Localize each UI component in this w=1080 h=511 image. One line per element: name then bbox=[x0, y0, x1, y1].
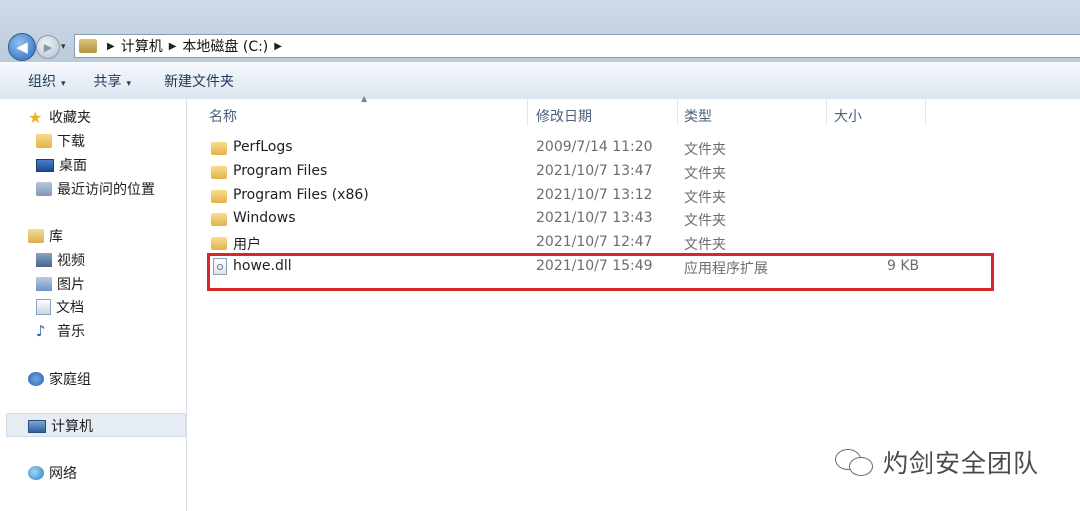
desktop-icon bbox=[36, 158, 54, 172]
sidebar-item-pictures[interactable]: 图片 bbox=[36, 274, 85, 294]
folder-icon bbox=[211, 166, 227, 179]
sidebar-item-label: 网络 bbox=[49, 466, 77, 482]
column-header-name[interactable]: 名称 bbox=[209, 106, 237, 126]
file-row-windows[interactable]: Windows 2021/10/7 13:43 文件夹 bbox=[187, 207, 1080, 231]
pictures-icon bbox=[36, 277, 52, 291]
back-button[interactable]: ◀ bbox=[8, 33, 36, 61]
recent-places-icon bbox=[36, 182, 52, 196]
window-title-bar: ◀ ▶ ▾ ▶ 计算机 ▶ 本地磁盘 (C:) ▶ bbox=[0, 0, 1080, 62]
column-divider[interactable] bbox=[826, 99, 827, 126]
file-type: 文件夹 bbox=[684, 237, 726, 253]
file-modified: 2021/10/7 13:43 bbox=[536, 210, 653, 226]
sidebar-item-desktop[interactable]: 桌面 bbox=[36, 155, 87, 175]
sidebar-item-label: 桌面 bbox=[59, 158, 87, 174]
chevron-down-icon: ▾ bbox=[126, 79, 132, 89]
column-divider[interactable] bbox=[677, 99, 678, 126]
share-label: 共享 bbox=[93, 74, 122, 90]
column-divider[interactable] bbox=[925, 99, 926, 126]
sidebar-item-computer[interactable]: 计算机 bbox=[28, 416, 93, 436]
sidebar-item-recent[interactable]: 最近访问的位置 bbox=[36, 179, 155, 199]
forward-button[interactable]: ▶ bbox=[36, 35, 60, 59]
column-header-size[interactable]: 大小 bbox=[834, 106, 862, 126]
sidebar-item-favorites[interactable]: ★ 收藏夹 bbox=[28, 107, 91, 127]
sidebar-item-label: 最近访问的位置 bbox=[57, 182, 155, 198]
sidebar-item-music[interactable]: ♪ 音乐 bbox=[36, 321, 85, 341]
breadcrumb-local-disk[interactable]: 本地磁盘 (C:) bbox=[182, 36, 268, 56]
breadcrumb-computer[interactable]: 计算机 bbox=[121, 36, 163, 56]
file-row-users[interactable]: 用户 2021/10/7 12:47 文件夹 bbox=[187, 231, 1080, 255]
file-type: 文件夹 bbox=[684, 190, 726, 206]
column-header-type[interactable]: 类型 bbox=[684, 106, 712, 126]
sidebar-item-label: 视频 bbox=[57, 253, 85, 269]
watermark-text: 灼剑安全团队 bbox=[883, 449, 1040, 478]
forward-arrow-icon: ▶ bbox=[43, 40, 53, 54]
sidebar-item-label: 下载 bbox=[57, 134, 85, 150]
sidebar-item-label: 音乐 bbox=[57, 324, 85, 340]
column-divider[interactable] bbox=[527, 99, 528, 126]
annotation-highlight-box bbox=[207, 253, 994, 291]
share-button[interactable]: 共享 ▾ bbox=[94, 71, 132, 91]
file-name: Windows bbox=[233, 210, 296, 226]
folder-icon bbox=[211, 142, 227, 155]
file-type: 文件夹 bbox=[684, 142, 726, 158]
column-header-modified[interactable]: 修改日期 bbox=[536, 106, 592, 126]
file-type: 文件夹 bbox=[684, 213, 726, 229]
chevron-down-icon: ▾ bbox=[61, 79, 66, 89]
homegroup-icon bbox=[28, 372, 44, 386]
sidebar-item-label: 文档 bbox=[56, 300, 84, 316]
sort-ascending-icon: ▲ bbox=[361, 94, 368, 103]
sidebar-item-libraries[interactable]: 库 bbox=[28, 226, 63, 246]
watermark: 灼剑安全团队 bbox=[835, 444, 1039, 480]
computer-icon bbox=[28, 419, 46, 433]
file-modified: 2021/10/7 13:12 bbox=[536, 187, 653, 203]
file-row-perflogs[interactable]: PerfLogs 2009/7/14 11:20 文件夹 bbox=[187, 136, 1080, 160]
sidebar-item-label: 家庭组 bbox=[49, 372, 91, 388]
file-row-program-files-x86[interactable]: Program Files (x86) 2021/10/7 13:12 文件夹 bbox=[187, 184, 1080, 208]
organize-button[interactable]: 组织 ▾ bbox=[28, 71, 66, 91]
sidebar-item-homegroup[interactable]: 家庭组 bbox=[28, 369, 91, 389]
recent-pages-dropdown[interactable]: ▾ bbox=[61, 42, 66, 52]
command-toolbar: 组织 ▾ 共享 ▾ 新建文件夹 bbox=[0, 62, 1080, 100]
file-name: 用户 bbox=[233, 237, 261, 253]
folder-icon bbox=[211, 190, 227, 203]
breadcrumb-separator[interactable]: ▶ bbox=[169, 41, 177, 52]
organize-label: 组织 bbox=[28, 74, 56, 90]
file-name: PerfLogs bbox=[233, 139, 293, 155]
star-icon: ★ bbox=[28, 107, 43, 127]
address-bar[interactable]: ▶ 计算机 ▶ 本地磁盘 (C:) ▶ bbox=[74, 34, 1080, 58]
navigation-pane: ★ 收藏夹 下载 桌面 最近访问的位置 库 视频 图片 文档 ♪ 音乐 家庭组 计算… bbox=[0, 99, 187, 511]
document-icon bbox=[36, 299, 51, 315]
sidebar-item-documents[interactable]: 文档 bbox=[36, 297, 84, 317]
file-modified: 2021/10/7 13:47 bbox=[536, 163, 653, 179]
sidebar-item-network[interactable]: 网络 bbox=[28, 463, 77, 483]
chevron-down-icon: ▾ bbox=[61, 42, 66, 52]
library-icon bbox=[28, 229, 44, 243]
file-name: Program Files bbox=[233, 163, 328, 179]
file-type: 文件夹 bbox=[684, 166, 726, 182]
wechat-logo-icon bbox=[835, 449, 875, 476]
back-arrow-icon: ◀ bbox=[16, 38, 28, 56]
file-row-program-files[interactable]: Program Files 2021/10/7 13:47 文件夹 bbox=[187, 160, 1080, 184]
folder-icon bbox=[211, 213, 227, 226]
sidebar-item-videos[interactable]: 视频 bbox=[36, 250, 85, 270]
breadcrumb-separator[interactable]: ▶ bbox=[107, 41, 115, 52]
folder-icon bbox=[211, 237, 227, 250]
new-folder-button[interactable]: 新建文件夹 bbox=[164, 71, 234, 91]
file-modified: 2009/7/14 11:20 bbox=[536, 139, 653, 155]
file-modified: 2021/10/7 12:47 bbox=[536, 234, 653, 250]
sidebar-item-label: 计算机 bbox=[51, 419, 93, 435]
breadcrumb-separator[interactable]: ▶ bbox=[274, 41, 282, 52]
sidebar-item-downloads[interactable]: 下载 bbox=[36, 131, 85, 151]
video-icon bbox=[36, 253, 52, 267]
sidebar-item-label: 图片 bbox=[57, 277, 85, 293]
sidebar-item-label: 库 bbox=[49, 229, 63, 245]
file-name: Program Files (x86) bbox=[233, 187, 369, 203]
sidebar-item-label: 收藏夹 bbox=[49, 110, 91, 126]
music-note-icon: ♪ bbox=[36, 322, 46, 340]
downloads-folder-icon bbox=[36, 134, 52, 148]
network-icon bbox=[28, 466, 44, 480]
drive-icon bbox=[79, 39, 97, 53]
